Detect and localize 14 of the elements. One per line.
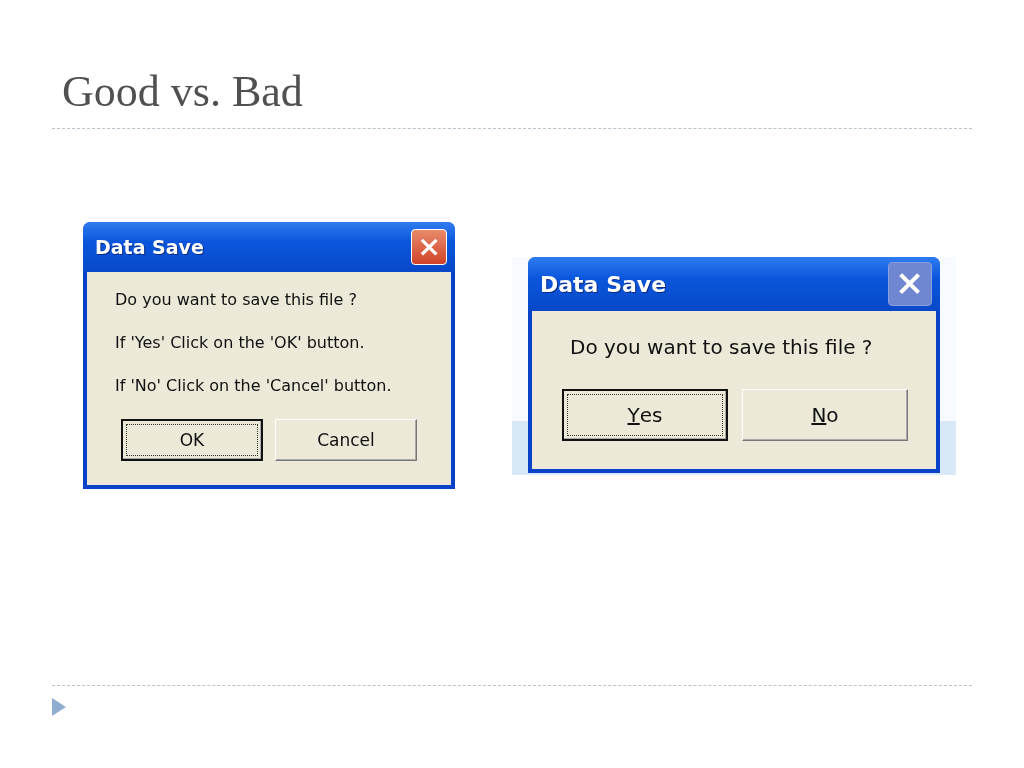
- dialog-button[interactable]: Cancel: [275, 419, 417, 461]
- message-text: Do you want to save this file ?: [115, 290, 358, 309]
- dialog-button[interactable]: No: [742, 389, 908, 441]
- message-text: If 'Yes' Click on the 'OK' button.: [115, 333, 366, 352]
- dialog-button[interactable]: Yes: [562, 389, 728, 441]
- dialog-button[interactable]: OK: [121, 419, 263, 461]
- window-title: Data Save: [95, 236, 204, 258]
- slide-title: Good vs. Bad: [62, 66, 304, 118]
- close-icon: [418, 236, 440, 258]
- message-text: If 'No' Click on the 'Cancel' button.: [115, 376, 393, 395]
- close-icon: [897, 271, 923, 297]
- window-title: Data Save: [540, 271, 667, 297]
- message-text: Do you want to save this file ?: [570, 335, 874, 359]
- bullet-triangle-icon: [52, 698, 66, 716]
